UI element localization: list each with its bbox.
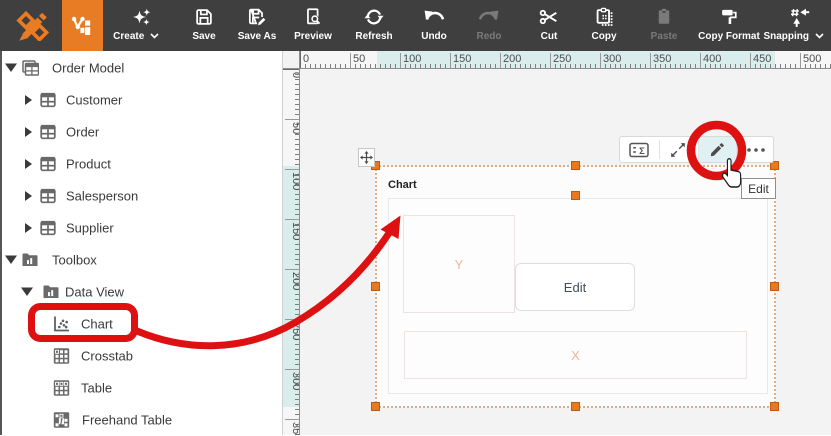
svg-text:450: 450 — [753, 53, 771, 65]
svg-text:200: 200 — [290, 272, 300, 290]
svg-text:250: 250 — [553, 53, 571, 65]
svg-text:500: 500 — [803, 53, 821, 65]
svg-text:400: 400 — [703, 53, 721, 65]
svg-text:300: 300 — [290, 372, 300, 390]
svg-text:350: 350 — [653, 53, 671, 65]
svg-text:50: 50 — [353, 53, 365, 65]
svg-text:100: 100 — [403, 53, 421, 65]
svg-text:200: 200 — [503, 53, 521, 65]
svg-text:300: 300 — [603, 53, 621, 65]
svg-text:150: 150 — [290, 222, 300, 240]
svg-text:150: 150 — [453, 53, 471, 65]
svg-text:0: 0 — [303, 53, 309, 65]
svg-text:350: 350 — [290, 422, 300, 435]
svg-text:100: 100 — [290, 172, 300, 190]
svg-text:0: 0 — [290, 72, 300, 78]
svg-text:Σ: Σ — [640, 145, 646, 156]
svg-text:50: 50 — [290, 122, 300, 134]
svg-text:250: 250 — [290, 322, 300, 340]
